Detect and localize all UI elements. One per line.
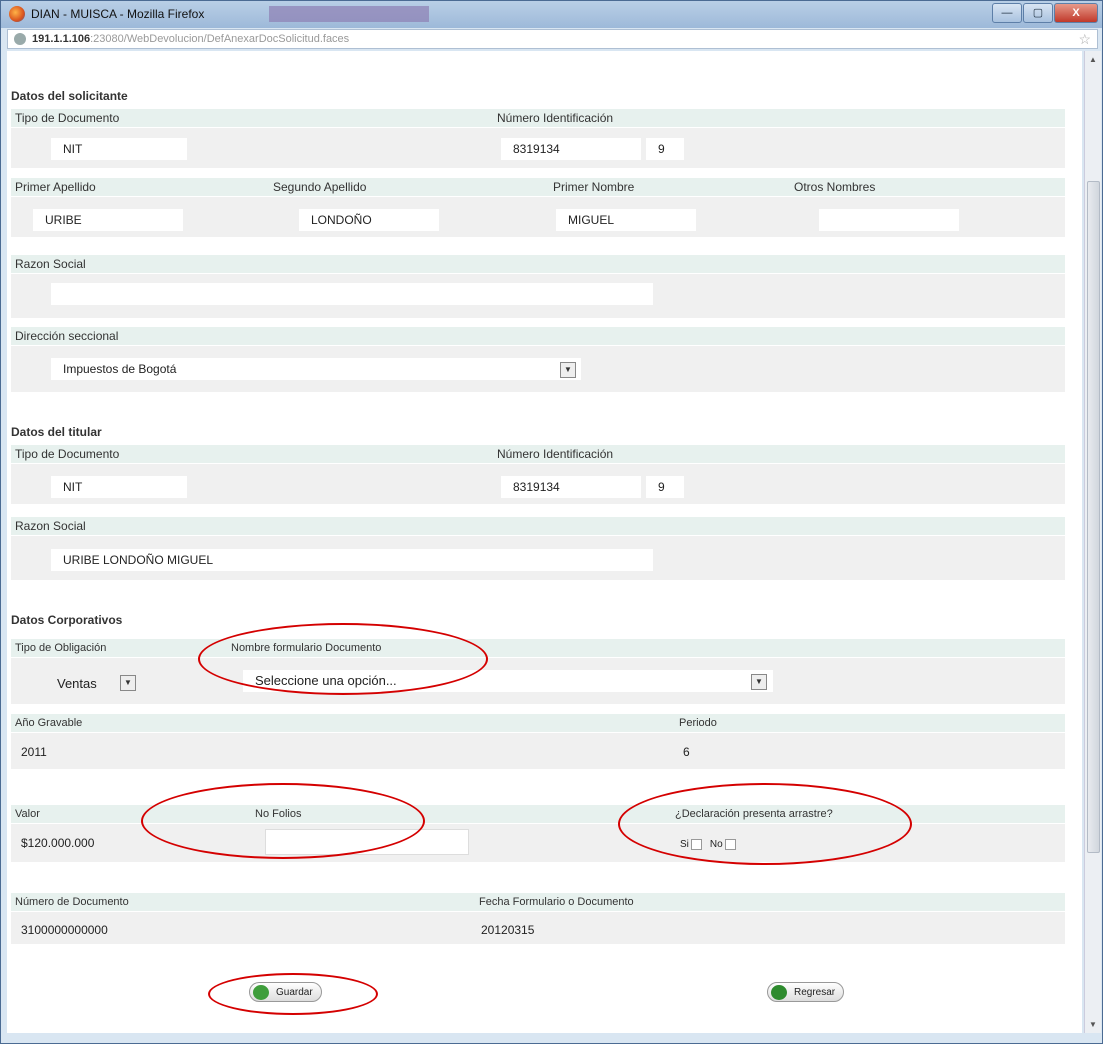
guardar-button[interactable]: Guardar: [249, 982, 322, 1002]
num-id-label: Número Identificación: [497, 111, 614, 125]
label-row: Valor No Folios ¿Declaración presenta ar…: [11, 805, 1065, 823]
globe-icon: [14, 33, 26, 45]
url-path: :23080/WebDevolucion/DefAnexarDocSolicit…: [90, 33, 350, 45]
tipo-obligacion-label: Tipo de Obligación: [15, 642, 107, 654]
scroll-down-icon[interactable]: ▼: [1089, 1020, 1097, 1029]
label-row: Razon Social: [11, 255, 1065, 273]
section-solicitante: Datos del solicitante: [11, 89, 128, 103]
razon-social-label: Razon Social: [15, 257, 86, 271]
nombre-formulario-select[interactable]: Seleccione una opción...: [243, 670, 773, 692]
num-doc-label: Número de Documento: [15, 896, 129, 908]
label-row: Tipo de Obligación Nombre formulario Doc…: [11, 639, 1065, 657]
no-checkbox[interactable]: [724, 839, 736, 850]
tipo-obligacion-select[interactable]: Ventas: [57, 676, 97, 691]
label-row: Año Gravable Periodo: [11, 714, 1065, 732]
url-text: 191.1.1.106:23080/WebDevolucion/DefAnexa…: [32, 33, 349, 45]
guardar-label: Guardar: [276, 987, 313, 998]
field-row: [11, 912, 1065, 944]
field-row: [11, 824, 1065, 862]
label-row: Primer Apellido Segundo Apellido Primer …: [11, 178, 1065, 196]
razon-social-field[interactable]: URIBE LONDOÑO MIGUEL: [51, 549, 653, 571]
section-titular: Datos del titular: [11, 425, 102, 439]
arrastre-options: Si No: [680, 839, 744, 850]
num-id-field[interactable]: 8319134: [501, 476, 641, 498]
primer-nombre-field[interactable]: MIGUEL: [556, 209, 696, 231]
scroll-thumb[interactable]: [1087, 181, 1100, 853]
valor-label: Valor: [15, 808, 40, 820]
segundo-apellido-label: Segundo Apellido: [273, 180, 367, 194]
url-host: 191.1.1.106: [32, 33, 91, 45]
razon-social-label: Razon Social: [15, 519, 86, 533]
folios-input[interactable]: [265, 829, 469, 855]
direccion-select[interactable]: Impuestos de Bogotá: [51, 358, 581, 380]
tipo-doc-label: Tipo de Documento: [15, 111, 120, 125]
window-title: DIAN - MUISCA - Mozilla Firefox: [31, 7, 205, 21]
anio-value: 2011: [21, 745, 47, 759]
fecha-label: Fecha Formulario o Documento: [479, 896, 634, 908]
tipo-doc-field[interactable]: NIT: [51, 476, 187, 498]
folios-label: No Folios: [255, 808, 302, 820]
arrastre-label: ¿Declaración presenta arrastre?: [675, 808, 833, 820]
chevron-down-icon[interactable]: ▼: [751, 674, 767, 690]
primer-apellido-field[interactable]: URIBE: [33, 209, 183, 231]
section-corporativos: Datos Corporativos: [11, 613, 123, 627]
num-id-field[interactable]: 8319134: [501, 138, 641, 160]
otros-nombres-field[interactable]: [819, 209, 959, 231]
label-row: Razon Social: [11, 517, 1065, 535]
chevron-down-icon[interactable]: ▼: [120, 675, 136, 691]
regresar-button[interactable]: Regresar: [767, 982, 845, 1002]
page-content: Datos del solicitante Tipo de Documento …: [7, 51, 1082, 1033]
primer-apellido-label: Primer Apellido: [15, 180, 96, 194]
periodo-label: Periodo: [679, 717, 717, 729]
otros-nombres-label: Otros Nombres: [794, 180, 876, 194]
title-tab-blur: [269, 6, 429, 22]
label-row: Número de Documento Fecha Formulario o D…: [11, 893, 1065, 911]
address-bar[interactable]: 191.1.1.106:23080/WebDevolucion/DefAnexa…: [7, 29, 1098, 49]
tipo-doc-field[interactable]: NIT: [51, 138, 187, 160]
si-checkbox[interactable]: [690, 839, 702, 850]
num-doc-value: 3100000000000: [21, 923, 108, 937]
close-button[interactable]: X: [1054, 3, 1098, 23]
anio-label: Año Gravable: [15, 717, 83, 729]
direccion-label: Dirección seccional: [15, 329, 119, 343]
title-bar: DIAN - MUISCA - Mozilla Firefox — ▢ X: [1, 1, 1102, 28]
razon-social-field[interactable]: [51, 283, 653, 305]
no-label: No: [709, 839, 723, 851]
valor-value: $120.000.000: [21, 836, 95, 850]
label-row: Tipo de Documento Número Identificación: [11, 109, 1065, 127]
label-row: Tipo de Documento Número Identificación: [11, 445, 1065, 463]
label-row: Dirección seccional: [11, 327, 1065, 345]
minimize-button[interactable]: —: [992, 3, 1022, 23]
dv-field[interactable]: 9: [646, 476, 684, 498]
bookmark-star-icon[interactable]: ☆: [1078, 31, 1091, 48]
segundo-apellido-field[interactable]: LONDOÑO: [299, 209, 439, 231]
num-id-label: Número Identificación: [497, 447, 614, 461]
nombre-formulario-label: Nombre formulario Documento: [231, 642, 382, 654]
dv-field[interactable]: 9: [646, 138, 684, 160]
vertical-scrollbar[interactable]: ▲ ▼: [1084, 51, 1101, 1033]
firefox-icon: [9, 6, 25, 22]
chevron-down-icon[interactable]: ▼: [560, 362, 576, 378]
fecha-value: 20120315: [481, 923, 535, 937]
scroll-up-icon[interactable]: ▲: [1089, 55, 1097, 64]
primer-nombre-label: Primer Nombre: [553, 180, 635, 194]
si-label: Si: [680, 839, 689, 851]
field-row: [11, 733, 1065, 769]
maximize-button[interactable]: ▢: [1023, 3, 1053, 23]
regresar-label: Regresar: [794, 987, 836, 998]
save-icon: [253, 985, 269, 1000]
tipo-doc-label: Tipo de Documento: [15, 447, 120, 461]
back-arrow-icon: [771, 985, 787, 1000]
periodo-value: 6: [683, 745, 690, 759]
browser-window: DIAN - MUISCA - Mozilla Firefox — ▢ X 19…: [0, 0, 1103, 1044]
